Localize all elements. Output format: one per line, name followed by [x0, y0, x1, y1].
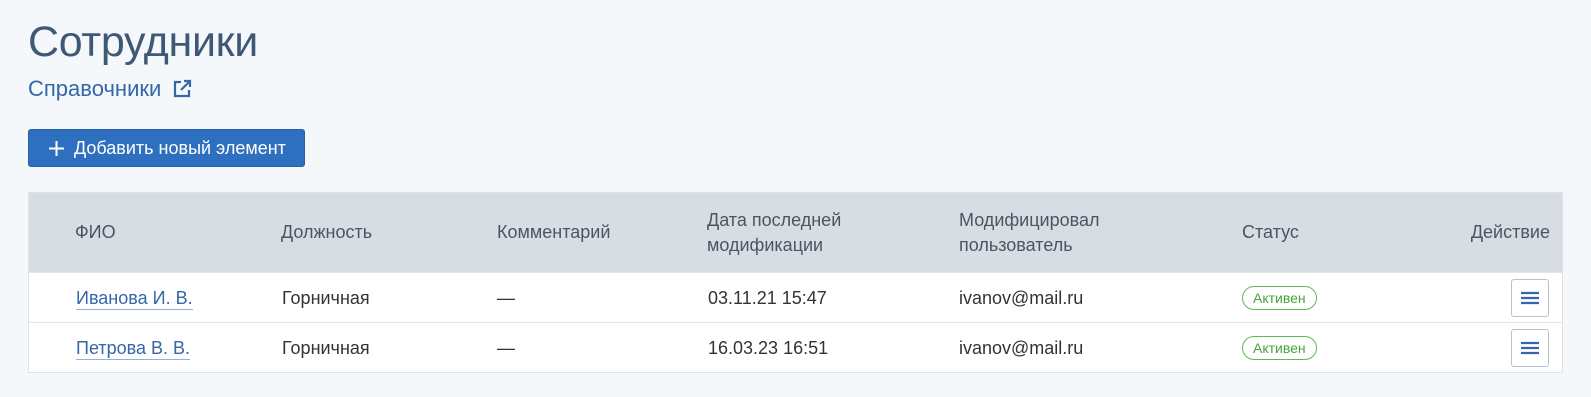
table-row: Иванова И. В. Горничная — 03.11.21 15:47… — [29, 272, 1562, 322]
breadcrumb-label: Справочники — [28, 76, 162, 101]
header-action: Действие — [1470, 222, 1550, 242]
plus-icon — [48, 140, 65, 157]
header-modified-date-line2: модификации — [707, 234, 824, 255]
row-actions-button[interactable] — [1511, 279, 1549, 317]
menu-icon — [1520, 340, 1540, 356]
add-button-label: Добавить новый элемент — [74, 137, 286, 158]
add-new-item-button[interactable]: Добавить новый элемент — [28, 129, 305, 167]
header-modified-date[interactable]: Дата последней модификации — [707, 193, 841, 272]
page-title: Сотрудники — [28, 18, 258, 66]
header-name[interactable]: ФИО — [75, 193, 116, 272]
modified-date: 16.03.23 16:51 — [708, 337, 829, 358]
breadcrumb-link[interactable]: Справочники — [28, 74, 192, 104]
header-modified-by-line2: пользователь — [959, 234, 1073, 255]
header-position[interactable]: Должность — [281, 193, 372, 272]
employee-position: Горничная — [282, 337, 370, 358]
employee-position: Горничная — [282, 287, 370, 308]
header-modified-by-line1: Модифицировал — [959, 209, 1100, 230]
menu-icon — [1520, 290, 1540, 306]
employee-name-link[interactable]: Петрова В. В. — [76, 337, 191, 360]
header-comment[interactable]: Комментарий — [497, 193, 610, 272]
status-badge: Активен — [1242, 286, 1317, 310]
external-link-icon — [172, 79, 192, 99]
header-status[interactable]: Статус — [1242, 193, 1299, 272]
employee-comment: — — [497, 287, 515, 308]
modified-by: ivanov@mail.ru — [959, 287, 1084, 308]
employee-name-link[interactable]: Иванова И. В. — [76, 287, 193, 310]
header-modified-by[interactable]: Модифицировал пользователь — [959, 193, 1100, 272]
header-modified-date-line1: Дата последней — [707, 209, 842, 230]
table-header: ФИО Должность Комментарий Дата последней… — [29, 193, 1562, 272]
modified-by: ivanov@mail.ru — [959, 337, 1084, 358]
employee-comment: — — [497, 337, 515, 358]
row-actions-button[interactable] — [1511, 329, 1549, 367]
employees-table: ФИО Должность Комментарий Дата последней… — [28, 192, 1563, 373]
table-row: Петрова В. В. Горничная — 16.03.23 16:51… — [29, 322, 1562, 372]
modified-date: 03.11.21 15:47 — [708, 287, 827, 308]
status-badge: Активен — [1242, 336, 1317, 360]
